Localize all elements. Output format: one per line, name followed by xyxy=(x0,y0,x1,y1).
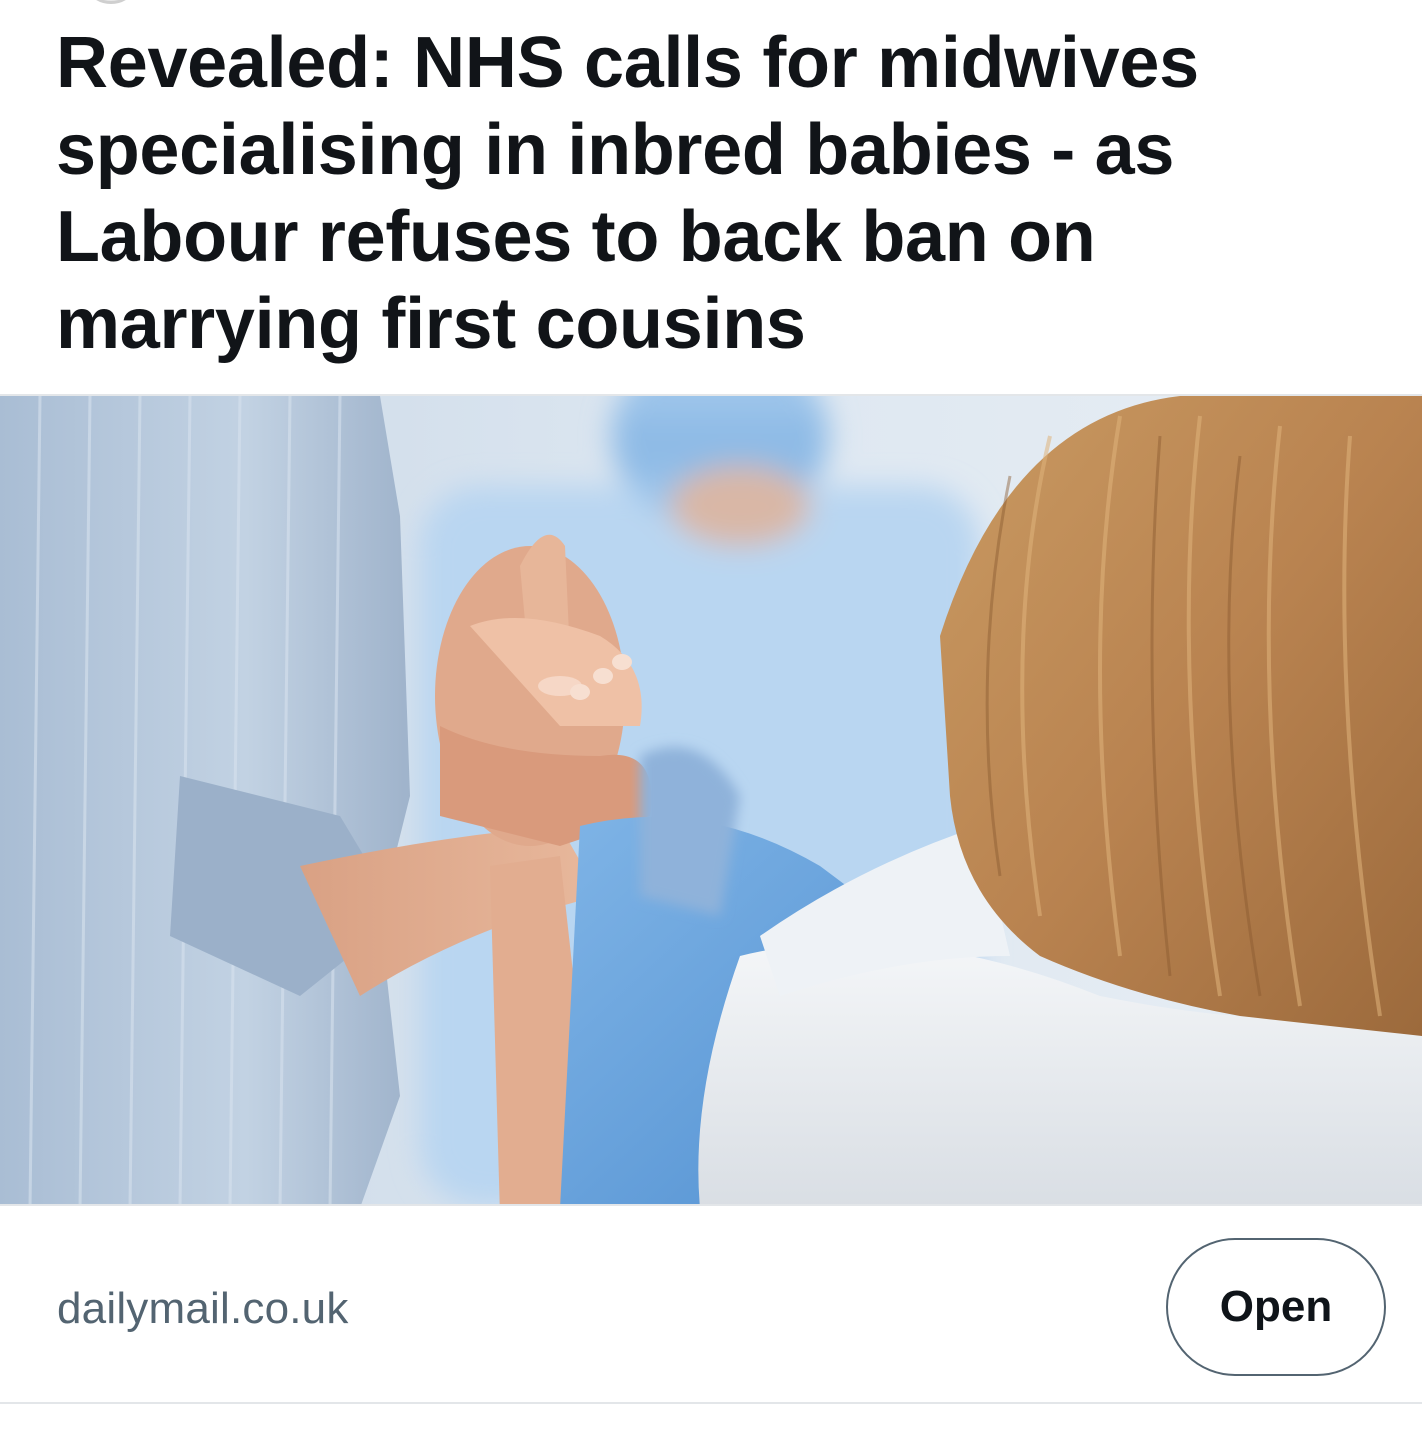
open-button[interactable]: Open xyxy=(1166,1238,1386,1376)
article-image[interactable] xyxy=(0,394,1422,1206)
link-preview-card[interactable]: Revealed: NHS calls for midwives special… xyxy=(0,0,1422,1436)
divider xyxy=(0,1402,1422,1404)
card-footer: dailymail.co.uk Open xyxy=(0,1206,1422,1404)
source-domain[interactable]: dailymail.co.uk xyxy=(57,1284,349,1334)
avatar[interactable] xyxy=(82,0,140,4)
article-headline[interactable]: Revealed: NHS calls for midwives special… xyxy=(56,20,1296,368)
photo-hospital-birth-icon xyxy=(0,396,1422,1204)
